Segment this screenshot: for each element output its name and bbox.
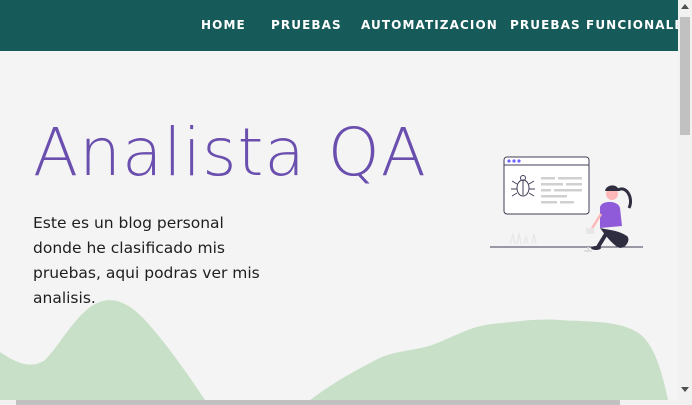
hero-title: Analista QA: [33, 114, 427, 191]
page: HOME PRUEBAS AUTOMATIZACION PRUEBAS FUNC…: [0, 0, 692, 405]
nav-pruebas-link[interactable]: PRUEBAS: [271, 18, 342, 32]
horizontal-scrollbar[interactable]: [0, 400, 692, 405]
nav-pruebas-funcionales-link[interactable]: PRUEBAS FUNCIONALES: [510, 18, 692, 32]
scroll-down-arrow-icon[interactable]: [681, 387, 689, 392]
scroll-up-arrow-icon[interactable]: [681, 4, 689, 9]
horizontal-scrollbar-thumb[interactable]: [16, 400, 620, 405]
navbar: HOME PRUEBAS AUTOMATIZACION PRUEBAS FUNC…: [0, 0, 692, 51]
nav-home-link[interactable]: HOME: [201, 18, 246, 32]
hero-description: Este es un blog personal donde he clasif…: [33, 214, 260, 307]
bug-testing-illustration-icon: [490, 156, 643, 252]
vertical-scrollbar[interactable]: [678, 0, 692, 400]
vertical-scrollbar-thumb[interactable]: [680, 17, 690, 135]
nav-automatizacion-link[interactable]: AUTOMATIZACION: [361, 18, 498, 32]
